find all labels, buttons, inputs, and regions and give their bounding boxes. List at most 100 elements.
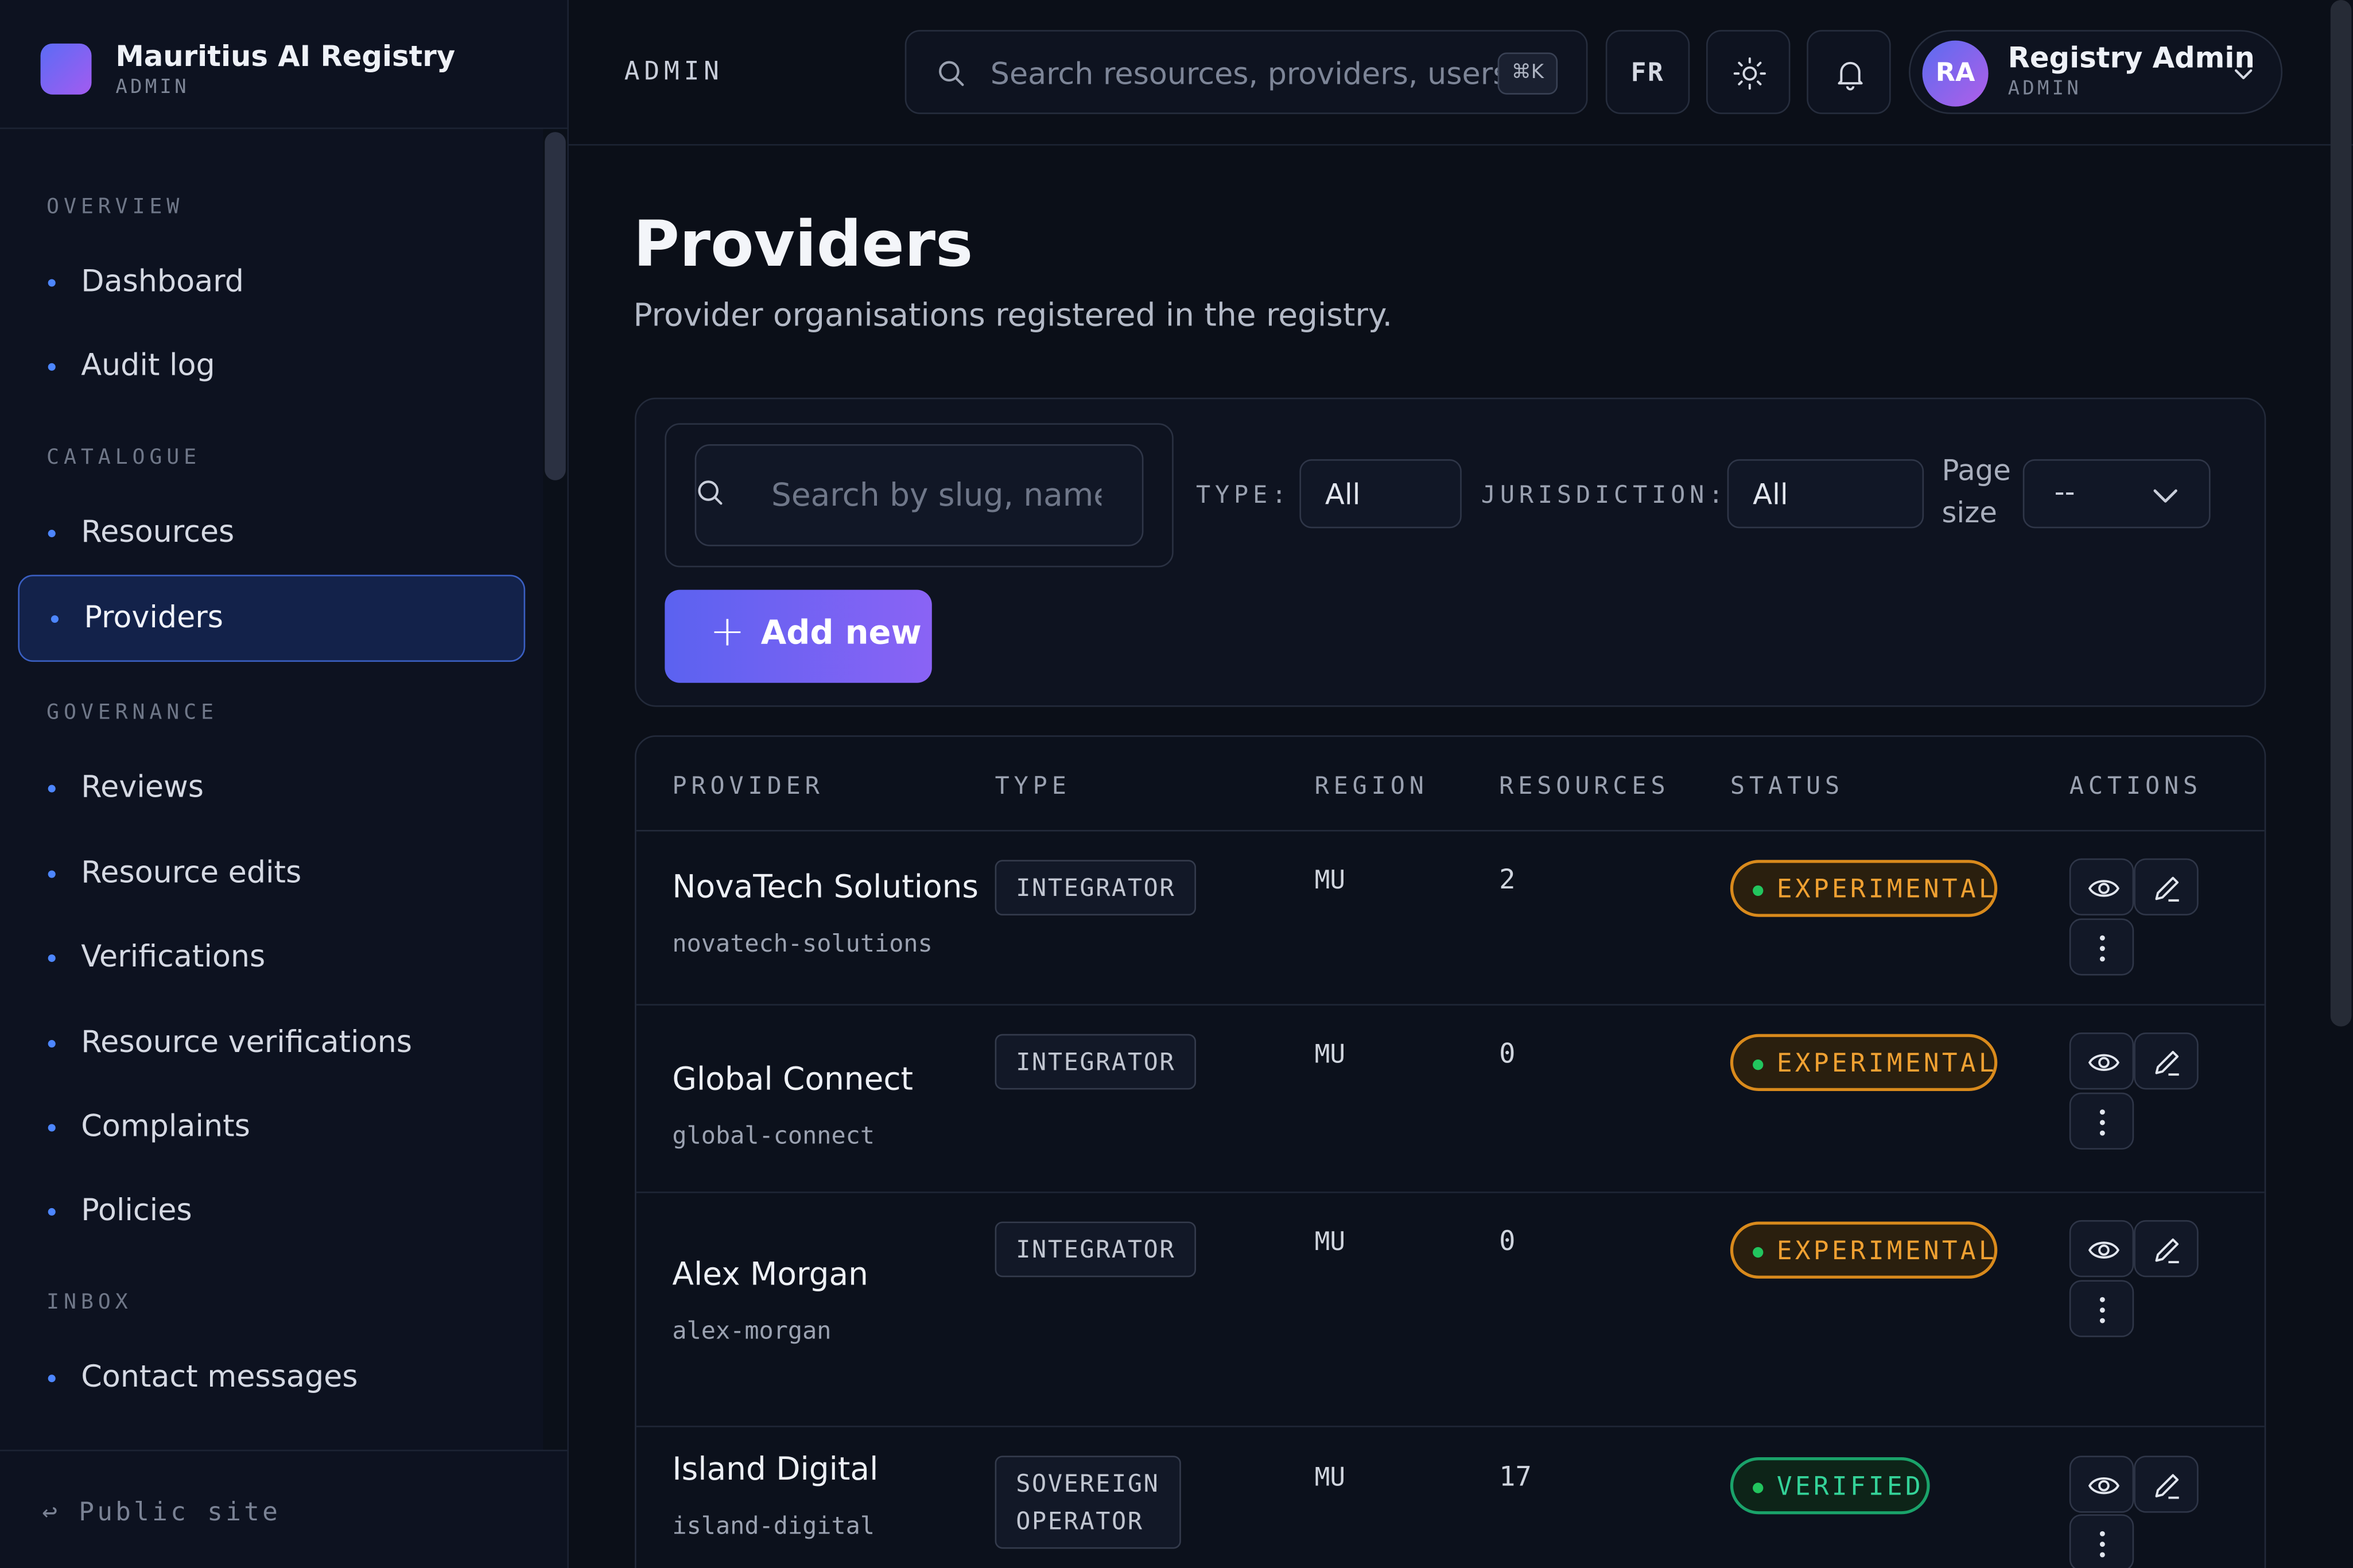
edit-button[interactable] bbox=[2134, 1456, 2199, 1513]
jurisdiction-filter-label: JURISDICTION: bbox=[1481, 480, 1728, 509]
sidebar-item-resources[interactable]: Resources bbox=[18, 489, 525, 576]
type-filter-value: All bbox=[1325, 479, 1361, 512]
status-label: EXPERIMENTAL bbox=[1776, 1236, 1997, 1267]
search-icon bbox=[939, 61, 964, 86]
filter-search-wrapper: Search by slug, name, ... bbox=[665, 423, 1174, 568]
region-value: MU bbox=[1314, 1040, 1346, 1070]
public-site-link[interactable]: ↩ Public site bbox=[0, 1449, 568, 1568]
bullet-icon bbox=[48, 870, 56, 878]
brand-logo bbox=[40, 43, 92, 95]
pencil-icon bbox=[2155, 1051, 2179, 1076]
global-search[interactable]: Search resources, providers, users... ⌘K bbox=[904, 30, 1588, 114]
sidebar-item-verifications[interactable]: Verifications bbox=[18, 914, 525, 1001]
pencil-icon bbox=[2155, 876, 2179, 902]
provider-search-input[interactable]: Search by slug, name, ... bbox=[694, 444, 1144, 546]
sidebar-scrollbar-thumb[interactable] bbox=[545, 132, 566, 480]
resources-count: 0 bbox=[1499, 1226, 1516, 1258]
view-button[interactable] bbox=[2069, 1456, 2134, 1513]
sidebar-item-complaints[interactable]: Complaints bbox=[18, 1084, 525, 1171]
provider-name[interactable]: Island Digital bbox=[672, 1451, 878, 1488]
table-row[interactable]: Global Connect global-connect INTEGRATOR… bbox=[636, 1006, 2265, 1191]
eye-icon bbox=[2088, 1054, 2120, 1071]
brand[interactable]: Mauritius AI Registry ADMIN bbox=[0, 0, 568, 129]
sidebar-item-label: Contact messages bbox=[81, 1358, 358, 1395]
column-header-resources[interactable]: RESOURCES bbox=[1499, 771, 1669, 800]
language-toggle-label: FR bbox=[1630, 58, 1665, 89]
add-new-button[interactable]: + Add new bbox=[665, 589, 932, 683]
region-value: MU bbox=[1314, 1463, 1346, 1493]
chevron-down-icon bbox=[2234, 69, 2253, 80]
sidebar-item-label: Resource verifications bbox=[81, 1023, 412, 1060]
more-vertical-icon bbox=[2099, 935, 2105, 962]
bullet-icon bbox=[48, 1375, 56, 1383]
sidebar-item-dashboard[interactable]: Dashboard bbox=[18, 239, 525, 326]
sidebar-item-providers[interactable]: Providers bbox=[18, 575, 526, 662]
page-size-label: Page size bbox=[1942, 450, 2011, 534]
resources-count: 2 bbox=[1499, 864, 1516, 896]
sidebar-item-contact-messages[interactable]: Contact messages bbox=[18, 1334, 525, 1422]
edit-button[interactable] bbox=[2134, 1220, 2199, 1278]
bell-icon bbox=[1838, 61, 1863, 91]
more-actions-button[interactable] bbox=[2069, 1092, 2134, 1150]
view-button[interactable] bbox=[2069, 858, 2134, 916]
sidebar-item-resource-edits[interactable]: Resource edits bbox=[18, 830, 525, 917]
sidebar: Mauritius AI Registry ADMIN OVERVIEW Das… bbox=[0, 0, 569, 1568]
language-toggle-button[interactable]: FR bbox=[1605, 30, 1690, 114]
bullet-icon bbox=[48, 954, 56, 962]
page-size-label-line1: Page bbox=[1942, 455, 2011, 488]
more-actions-button[interactable] bbox=[2069, 1280, 2134, 1337]
table-row[interactable]: Alex Morgan alex-morgan INTEGRATOR MU 0 … bbox=[636, 1193, 2265, 1426]
more-vertical-icon bbox=[2099, 1531, 2105, 1558]
edit-button[interactable] bbox=[2134, 858, 2199, 916]
view-button[interactable] bbox=[2069, 1032, 2134, 1090]
jurisdiction-filter-select[interactable]: All bbox=[1727, 459, 1924, 529]
sidebar-item-label: Verifications bbox=[81, 938, 266, 975]
more-actions-button[interactable] bbox=[2069, 1514, 2134, 1568]
brand-subtitle: ADMIN bbox=[115, 76, 189, 99]
provider-name[interactable]: Global Connect bbox=[672, 1061, 913, 1097]
bullet-icon bbox=[48, 1208, 56, 1216]
provider-name[interactable]: NovaTech Solutions bbox=[672, 869, 979, 905]
page-title: Providers bbox=[633, 207, 973, 281]
type-filter-select[interactable]: All bbox=[1299, 459, 1462, 529]
pencil-icon bbox=[2155, 1238, 2179, 1264]
column-header-provider[interactable]: PROVIDER bbox=[672, 771, 824, 800]
status-label: EXPERIMENTAL bbox=[1776, 875, 1997, 905]
brand-name: Mauritius AI Registry bbox=[115, 40, 456, 74]
provider-name[interactable]: Alex Morgan bbox=[672, 1256, 868, 1293]
edit-button[interactable] bbox=[2134, 1032, 2199, 1090]
type-badge: SOVEREIGN OPERATOR bbox=[995, 1456, 1181, 1549]
pencil-icon bbox=[2155, 1474, 2179, 1499]
resources-count: 17 bbox=[1499, 1461, 1532, 1493]
nav-section-governance: GOVERNANCE bbox=[46, 701, 218, 725]
bullet-icon bbox=[51, 615, 59, 623]
sidebar-item-policies[interactable]: Policies bbox=[18, 1167, 525, 1255]
global-search-placeholder: Search resources, providers, users... bbox=[990, 55, 1537, 92]
theme-toggle-button[interactable] bbox=[1706, 30, 1791, 114]
table-row[interactable]: Island Digital island-digital SOVEREIGN O… bbox=[636, 1427, 2265, 1568]
sidebar-item-label: Complaints bbox=[81, 1107, 250, 1144]
column-header-status[interactable]: STATUS bbox=[1730, 771, 1844, 800]
sun-icon bbox=[1733, 57, 1766, 90]
bullet-icon bbox=[48, 279, 56, 287]
eye-icon bbox=[2088, 880, 2120, 897]
sidebar-item-audit-log[interactable]: Audit log bbox=[18, 323, 525, 410]
notifications-button[interactable] bbox=[1807, 30, 1891, 114]
page-scrollbar-thumb[interactable] bbox=[2330, 0, 2352, 1027]
provider-search-placeholder: Search by slug, name, ... bbox=[771, 477, 1101, 514]
more-actions-button[interactable] bbox=[2069, 918, 2134, 976]
column-header-type[interactable]: TYPE bbox=[995, 771, 1071, 800]
filter-panel: Search by slug, name, ... TYPE: All JURI… bbox=[635, 397, 2266, 707]
bullet-icon bbox=[48, 1040, 56, 1048]
page-size-select[interactable]: -- bbox=[2022, 459, 2211, 529]
sidebar-item-reviews[interactable]: Reviews bbox=[18, 744, 525, 832]
sidebar-item-resource-verifications[interactable]: Resource verifications bbox=[18, 999, 525, 1086]
column-header-region[interactable]: REGION bbox=[1315, 771, 1428, 800]
user-menu[interactable]: RA Registry Admin ADMIN bbox=[1909, 30, 2283, 114]
sidebar-item-label: Providers bbox=[84, 599, 223, 635]
page-subtitle: Provider organisations registered in the… bbox=[633, 297, 1393, 333]
view-button[interactable] bbox=[2069, 1220, 2134, 1278]
table-row[interactable]: NovaTech Solutions novatech-solutions IN… bbox=[636, 832, 2265, 1004]
add-new-label: Add new bbox=[760, 615, 922, 653]
provider-slug: alex-morgan bbox=[672, 1316, 832, 1345]
